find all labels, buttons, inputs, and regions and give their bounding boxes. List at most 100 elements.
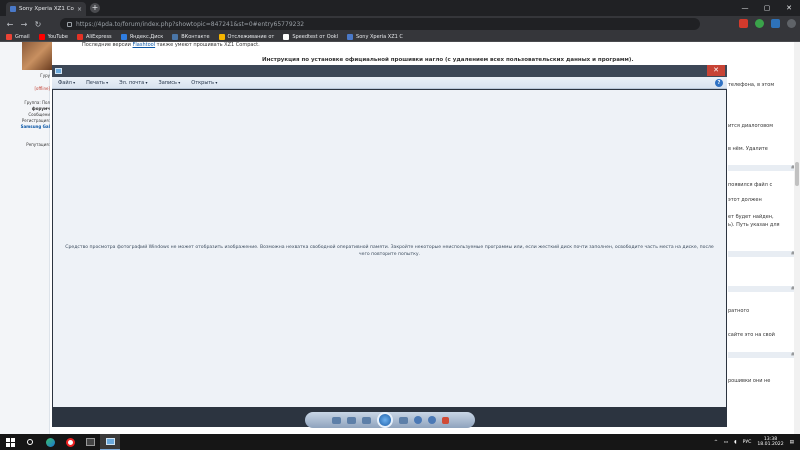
viewer-menu-item[interactable]: Эл. почта: [119, 80, 147, 86]
flashtool-link[interactable]: Flashtool: [133, 42, 156, 48]
clock[interactable]: 13:38 18.01.2022: [757, 437, 783, 448]
photo-viewer-app-icon: [55, 68, 62, 74]
viewer-menu-bar: Файл Печать Эл. почта Запись Открыть: [52, 77, 727, 89]
terminal-app-icon[interactable]: [80, 434, 100, 450]
new-tab-button[interactable]: +: [90, 3, 100, 13]
bookmark-label: Speedtest от Ookl: [292, 33, 339, 40]
bookmark-label: AliExpress: [85, 33, 112, 40]
post-divider-bar: #: [728, 286, 800, 292]
user-avatar[interactable]: [22, 42, 52, 70]
viewer-image-area: Средство просмотра фотографий Windows не…: [53, 90, 726, 407]
viewer-error-message: Средство просмотра фотографий Windows не…: [65, 245, 714, 257]
minimize-button[interactable]: —: [734, 0, 756, 16]
maximize-button[interactable]: ▢: [756, 0, 778, 16]
help-icon[interactable]: ?: [715, 79, 723, 87]
bookmarks-bar: Gmail YouTube AliExpress Яндекс.Диск ВКонтак…: [0, 32, 800, 42]
reload-button[interactable]: ↻: [34, 20, 42, 29]
zoom-icon[interactable]: [331, 416, 341, 424]
post-text-line: Последние версии Flashtool также умеют п…: [82, 42, 260, 48]
user-info-column: Гуру [offline] Группа: Пол форумч Сообще…: [0, 42, 52, 434]
bookmark-favicon-icon: [347, 33, 354, 40]
bookmark-label: YouTube: [47, 33, 68, 40]
post-divider-bar: #: [728, 251, 800, 257]
bookmark-favicon-icon: [218, 33, 225, 40]
viewer-menu-item[interactable]: Открыть: [191, 80, 217, 86]
rotate-left-icon[interactable]: [413, 416, 422, 424]
back-button[interactable]: ←: [6, 20, 14, 29]
yandex-browser-icon[interactable]: [60, 434, 80, 450]
viewer-menu-item[interactable]: Файл: [58, 80, 75, 86]
post-text-suffix: также умеют прошивать XZ1 Compact.: [155, 42, 260, 48]
delete-icon[interactable]: [441, 416, 449, 424]
extension-buttons: [739, 19, 796, 28]
photo-viewer-taskbar-icon[interactable]: [100, 434, 120, 450]
start-button[interactable]: [0, 434, 20, 450]
browser-tab-bar: Sony Xperia XZ1 Comp × + — ▢ ✕: [0, 0, 800, 16]
search-icon[interactable]: [20, 434, 40, 450]
4pda-favicon-icon: [10, 6, 16, 12]
clock-date: 18.01.2022: [757, 442, 784, 447]
previous-icon[interactable]: [361, 416, 371, 424]
tray-chevron-icon[interactable]: ^: [714, 440, 718, 445]
bookmark-item[interactable]: Gmail: [6, 33, 30, 40]
post-text-fragment: сайте это на свой: [728, 332, 775, 338]
volume-icon[interactable]: ◖: [734, 440, 736, 445]
bookmark-label: ВКонтакте: [181, 33, 210, 40]
user-status: [offline]: [34, 86, 50, 91]
window-controls: — ▢ ✕: [734, 0, 800, 16]
actual-size-icon[interactable]: [346, 416, 356, 424]
browser-tab[interactable]: Sony Xperia XZ1 Comp ×: [6, 2, 86, 16]
bookmark-favicon-icon: [120, 33, 127, 40]
close-window-button[interactable]: ✕: [778, 0, 800, 16]
user-device[interactable]: Samsung Gal: [2, 124, 50, 129]
forward-button[interactable]: →: [20, 20, 28, 29]
network-icon[interactable]: ▭: [724, 440, 728, 445]
bookmark-item[interactable]: AliExpress: [76, 33, 112, 40]
user-group-label: Группа: Пол: [24, 100, 50, 105]
post-text-fragment: в нём. Удалите: [728, 146, 768, 152]
bookmark-label: Gmail: [15, 33, 30, 40]
post-text-fragment: телефона, в этом: [728, 82, 775, 88]
viewer-title-bar[interactable]: ✕: [52, 65, 727, 77]
scrollbar-thumb[interactable]: [795, 162, 799, 186]
profile-avatar-icon[interactable]: [787, 19, 796, 28]
tab-close-icon[interactable]: ×: [77, 6, 82, 13]
bookmark-item[interactable]: Sony Xperia XZ1 C: [347, 33, 403, 40]
windows-taskbar: ^ ▭ ◖ РУС 13:38 18.01.2022 ▤: [0, 434, 800, 450]
user-posts: Сообщени: [28, 112, 50, 117]
address-toolbar: ← → ↻ https://4pda.to/forum/index.php?sh…: [0, 16, 800, 32]
post-text-fragment: ет будет найден,: [728, 214, 774, 220]
notifications-icon[interactable]: ▤: [790, 440, 794, 445]
user-registered: Регистрация:: [21, 118, 50, 123]
lock-icon: [67, 21, 72, 27]
post-divider-bar: #: [728, 165, 800, 171]
next-icon[interactable]: [398, 416, 408, 424]
viewer-close-button[interactable]: ✕: [707, 65, 725, 76]
bookmark-item[interactable]: Яндекс.Диск: [120, 33, 164, 40]
shield-extension-icon[interactable]: [755, 19, 764, 28]
post-text-fragment: появился файл с: [728, 182, 773, 188]
bookmark-item[interactable]: Отслеживание от: [218, 33, 274, 40]
tab-title: Sony Xperia XZ1 Comp: [19, 6, 74, 12]
user-group: форумч: [31, 106, 50, 111]
keyboard-language[interactable]: РУС: [743, 440, 752, 445]
post-text-fragment: рошивки они не: [728, 378, 771, 384]
edge-browser-icon[interactable]: [40, 434, 60, 450]
rotate-right-icon[interactable]: [427, 416, 436, 424]
viewer-menu-item[interactable]: Запись: [159, 80, 181, 86]
post-text-fragment: этот должен: [728, 197, 762, 203]
viewer-controls: [305, 412, 475, 428]
bookmark-item[interactable]: YouTube: [38, 33, 68, 40]
post-text-fragment: ится диалоговом: [728, 123, 773, 129]
bookmark-item[interactable]: Speedtest от Ookl: [283, 33, 339, 40]
page-scrollbar[interactable]: [794, 42, 800, 434]
address-input[interactable]: https://4pda.to/forum/index.php?showtopi…: [60, 18, 700, 30]
post-text-fragment: ь). Путь указан для: [728, 222, 780, 228]
bookmark-label: Sony Xperia XZ1 C: [356, 33, 403, 40]
extension-icon[interactable]: [771, 19, 780, 28]
bookmark-label: Яндекс.Диск: [129, 33, 164, 40]
bookmark-flag-icon[interactable]: [739, 19, 748, 28]
viewer-menu-item[interactable]: Печать: [86, 80, 108, 86]
slideshow-play-icon[interactable]: [376, 412, 393, 428]
bookmark-item[interactable]: ВКонтакте: [172, 33, 210, 40]
